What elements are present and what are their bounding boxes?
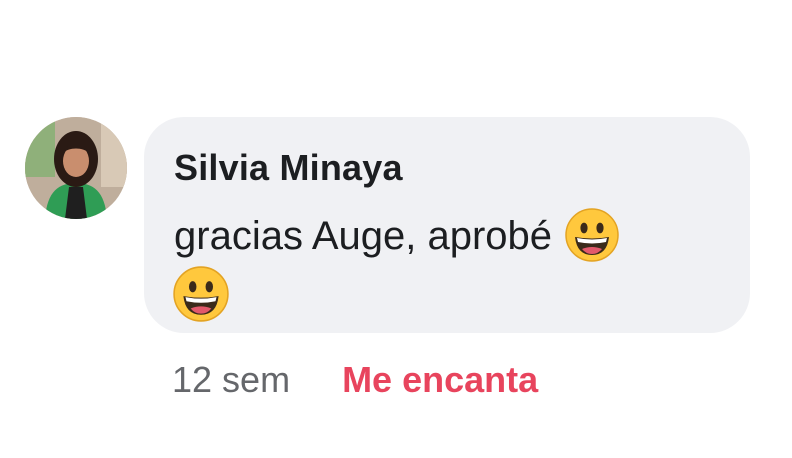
comment-meta: 12 sem Me encanta (172, 358, 538, 402)
comment-text: gracias Auge, aprobé (174, 214, 553, 258)
grinning-face-icon (564, 207, 620, 263)
comment: Silvia Minaya gracias Auge, aprobé 12 se… (0, 0, 792, 458)
avatar[interactable] (25, 117, 127, 219)
avatar-photo (25, 117, 127, 219)
reaction-button[interactable]: Me encanta (342, 359, 538, 400)
comment-author[interactable]: Silvia Minaya (174, 147, 403, 189)
comment-bubble: Silvia Minaya gracias Auge, aprobé (144, 117, 750, 333)
grinning-face-icon (172, 265, 230, 323)
comment-timestamp[interactable]: 12 sem (172, 359, 290, 400)
comment-text-line: gracias Auge, aprobé (174, 207, 620, 263)
